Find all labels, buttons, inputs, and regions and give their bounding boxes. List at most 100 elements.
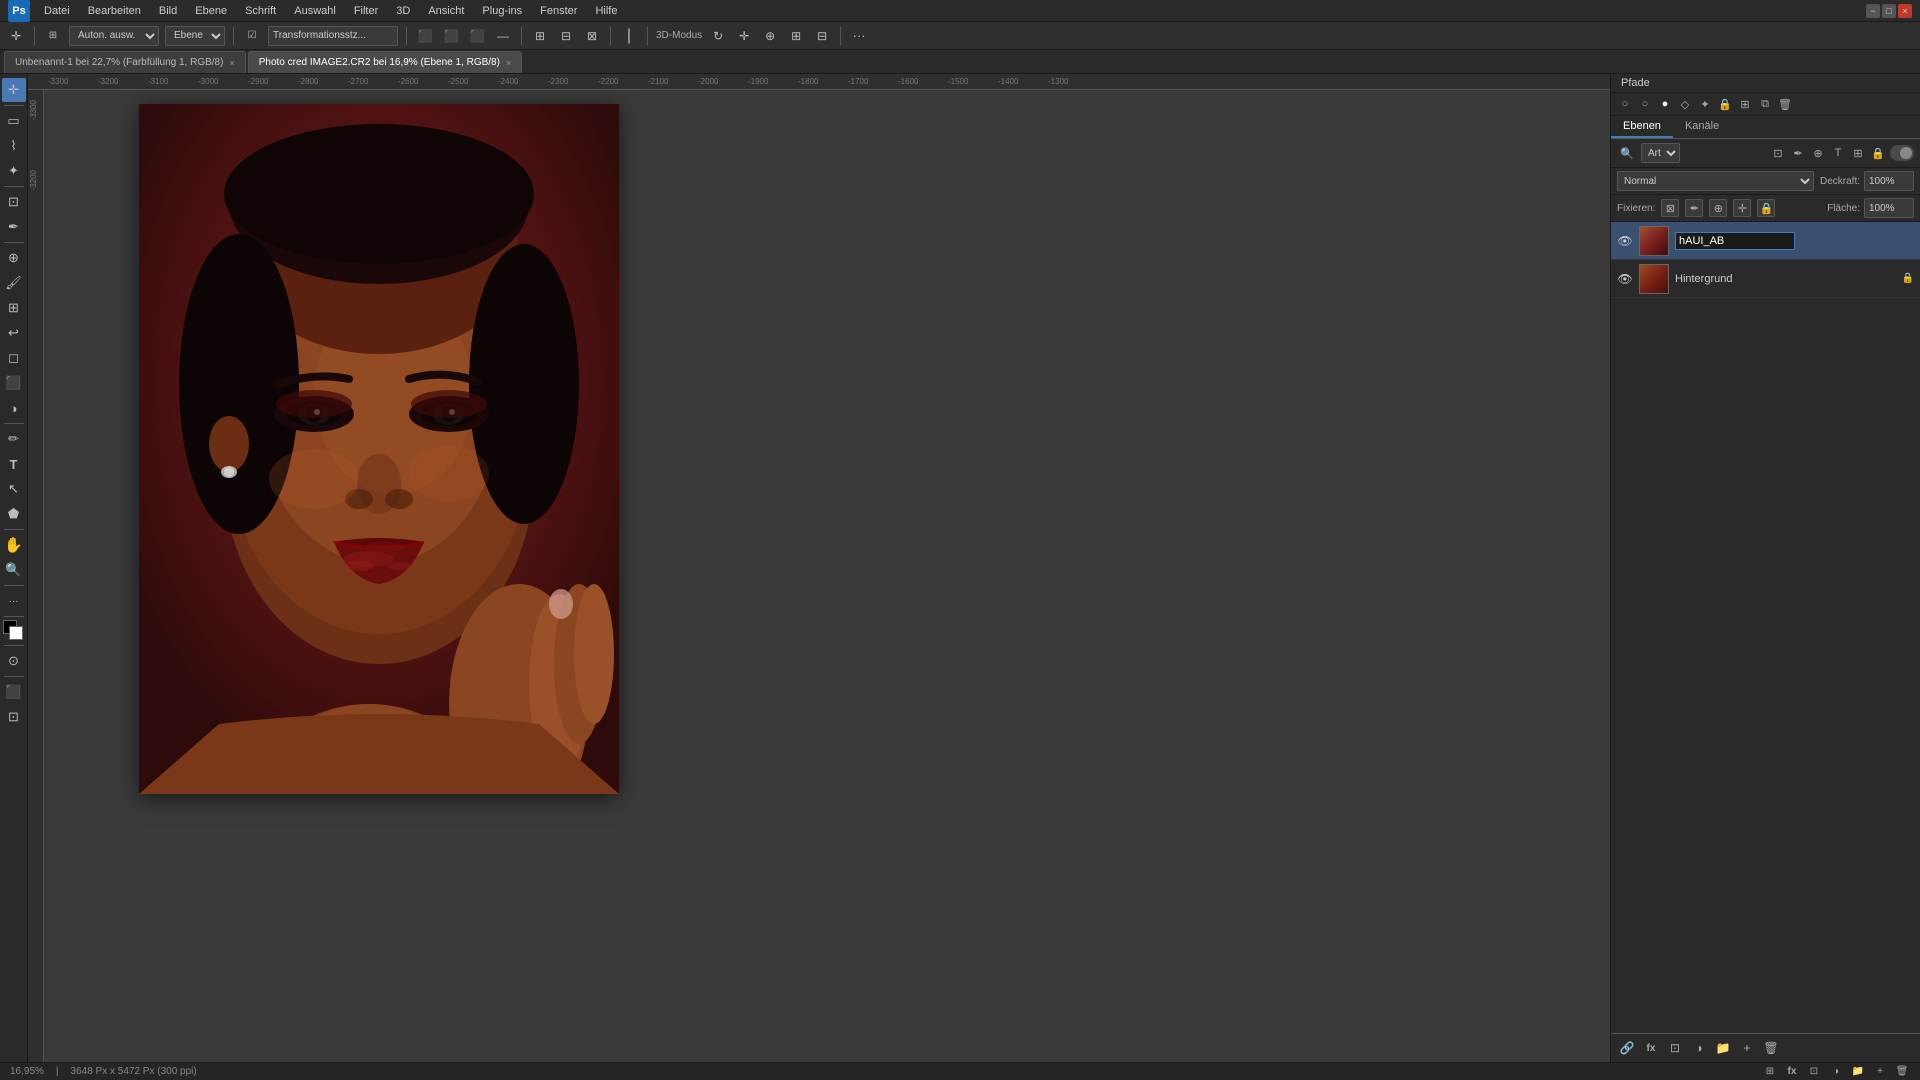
gradient-tool[interactable]: ⬛ [2,371,26,395]
filter-icon-3[interactable]: ⊕ [1810,145,1826,161]
canvas-image[interactable] [139,104,619,794]
align-left-icon[interactable]: ⬛ [415,26,435,46]
clone-tool[interactable]: ⊞ [2,296,26,320]
status-btn-5[interactable]: + [1872,1064,1888,1080]
panel-icon-circle[interactable]: ○ [1617,96,1633,112]
zoom-tool[interactable]: 🔍 [2,558,26,582]
quick-mask-tool[interactable]: ⊙ [2,649,26,673]
brush-tool[interactable]: 🖌 [2,271,26,295]
layer-eye-haut-ab[interactable]: 👁 [1617,233,1633,249]
lasso-tool[interactable]: ⌇ [2,134,26,158]
menu-ebene[interactable]: Ebene [187,3,235,19]
panel-icon-lock[interactable]: 🔒 [1717,96,1733,112]
move-tool-icon[interactable]: ✛ [6,26,26,46]
align-dist-icon[interactable]: ⊠ [582,26,602,46]
menu-bild[interactable]: Bild [151,3,185,19]
panel-icon-circle3[interactable]: ● [1657,96,1673,112]
status-btn-4[interactable]: 📁 [1850,1064,1866,1080]
filter-icon-6[interactable]: 🔒 [1870,145,1886,161]
full-screen-tool[interactable]: ⊡ [2,705,26,729]
transform-field[interactable] [268,26,398,46]
layer-item-hintergrund[interactable]: 👁 Hintergrund 🔒 [1611,260,1920,298]
magic-wand-tool[interactable]: ✦ [2,159,26,183]
lock-all-btn[interactable]: 🔒 [1757,199,1775,217]
align-top-icon[interactable]: — [493,26,513,46]
menu-hilfe[interactable]: Hilfe [587,3,625,19]
pen-tool[interactable]: ✏ [2,427,26,451]
layer-name-input-haut-ab[interactable] [1675,232,1795,250]
layer-item-haut-ab[interactable]: 👁 [1611,222,1920,260]
status-btn-2[interactable]: ⊡ [1806,1064,1822,1080]
type-tool[interactable]: T [2,452,26,476]
menu-auswahl[interactable]: Auswahl [286,3,344,19]
filter-icon-2[interactable]: ✒ [1790,145,1806,161]
crop-tool[interactable]: ⊡ [2,190,26,214]
filter-icon-1[interactable]: ⊡ [1770,145,1786,161]
foreground-background-colors[interactable] [3,620,25,642]
3d-rotate-icon[interactable]: ↻ [708,26,728,46]
tab-kanaele[interactable]: Kanäle [1673,116,1731,138]
lock-artboard-btn[interactable]: ⊕ [1709,199,1727,217]
auto-select-dropdown[interactable]: Auton. ausw. [69,26,159,46]
more-tools[interactable]: ··· [2,589,26,613]
3d-scale-icon[interactable]: ⊕ [760,26,780,46]
3d-extra-icon[interactable]: ⊞ [786,26,806,46]
dodge-tool[interactable]: ◑ [2,396,26,420]
filter-toggle[interactable] [1890,145,1914,161]
panel-icon-list[interactable]: ⊞ [1737,96,1753,112]
lock-transparent-btn[interactable]: ⊠ [1661,199,1679,217]
layers-btn-adjustment[interactable]: ◑ [1689,1038,1709,1058]
heal-tool[interactable]: ⊕ [2,246,26,270]
3d-move-icon[interactable]: ✛ [734,26,754,46]
panel-icon-star[interactable]: ✦ [1697,96,1713,112]
layers-btn-delete[interactable]: 🗑 [1761,1038,1781,1058]
menu-schrift[interactable]: Schrift [237,3,284,19]
layers-btn-group[interactable]: 📁 [1713,1038,1733,1058]
status-btn-fx[interactable]: fx [1784,1064,1800,1080]
filter-type-select[interactable]: Art [1641,143,1680,163]
layers-btn-link[interactable]: 🔗 [1617,1038,1637,1058]
menu-filter[interactable]: Filter [346,3,386,19]
canvas-area[interactable]: -3300 -3200 -3100 -3000 -2900 -2800 -270… [28,74,1610,1062]
3d-misc-icon[interactable]: ⊟ [812,26,832,46]
menu-fenster[interactable]: Fenster [532,3,585,19]
menu-ansicht[interactable]: Ansicht [420,3,472,19]
tab-ebenen[interactable]: Ebenen [1611,116,1673,138]
fill-value[interactable]: 100% [1864,198,1914,218]
menu-plugins[interactable]: Plug-ins [474,3,530,19]
history-brush-tool[interactable]: ↩ [2,321,26,345]
layers-btn-mask[interactable]: ⊡ [1665,1038,1685,1058]
menu-3d[interactable]: 3D [388,3,418,19]
tab-photocred[interactable]: Photo cred IMAGE2.CR2 bei 16,9% (Ebene 1… [248,51,523,73]
status-btn-6[interactable]: 🗑 [1894,1064,1910,1080]
layers-btn-fx[interactable]: fx [1641,1038,1661,1058]
panel-icon-diamond[interactable]: ◇ [1677,96,1693,112]
opacity-value[interactable]: 100% [1864,171,1914,191]
layer-select[interactable]: Ebene [165,26,225,46]
tab-photocred-close[interactable]: × [506,58,511,68]
layer-eye-hintergrund[interactable]: 👁 [1617,271,1633,287]
menu-datei[interactable]: Datei [36,3,78,19]
panel-icon-copy[interactable]: ⧉ [1757,96,1773,112]
blend-mode-select[interactable]: Normal Multiplizieren Abwedeln [1617,171,1814,191]
status-btn-1[interactable]: ⊞ [1762,1064,1778,1080]
menu-bearbeiten[interactable]: Bearbeiten [80,3,149,19]
status-btn-3[interactable]: ◑ [1828,1064,1844,1080]
hand-tool[interactable]: ✋ [2,533,26,557]
minimize-button[interactable]: − [1866,4,1880,18]
align-center-icon[interactable]: ⬛ [441,26,461,46]
panel-icon-trash[interactable]: 🗑 [1777,96,1793,112]
more-options-icon[interactable]: ··· [849,26,869,46]
eraser-tool[interactable]: ◻ [2,346,26,370]
align-v-icon[interactable]: ⊟ [556,26,576,46]
eyedropper-tool[interactable]: ✒ [2,215,26,239]
maximize-button[interactable]: □ [1882,4,1896,18]
panel-icon-circle2[interactable]: ○ [1637,96,1653,112]
tab-unbenannt[interactable]: Unbenannt-1 bei 22,7% (Farbfüllung 1, RG… [4,51,246,73]
align-right-icon[interactable]: ⬛ [467,26,487,46]
move-tool[interactable]: ✛ [2,78,26,102]
filter-icon-5[interactable]: ⊞ [1850,145,1866,161]
selection-tool[interactable]: ▭ [2,109,26,133]
background-color[interactable] [9,626,23,640]
shape-tool[interactable]: ⬟ [2,502,26,526]
